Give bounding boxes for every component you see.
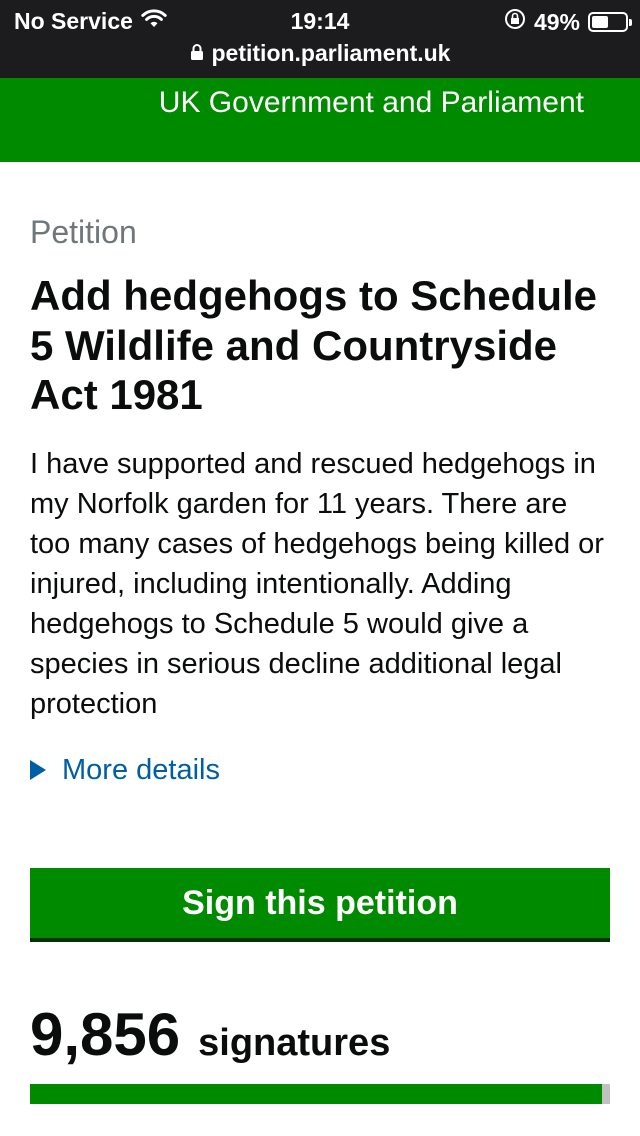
petition-caption: Petition (30, 214, 137, 250)
battery-percent: 49% (533, 8, 580, 35)
signature-label: signatures (198, 1022, 391, 1064)
petition-content: Petition Add hedgehogs to Schedule 5 Wil… (30, 214, 612, 787)
signature-number: 9,856 (30, 1001, 181, 1068)
more-details-toggle[interactable]: More details (30, 754, 612, 787)
signature-progress-fill (30, 1084, 602, 1104)
url-text: petition.parliament.uk (211, 40, 451, 66)
site-header: UK Government and Parliament (0, 78, 640, 162)
battery-icon (588, 12, 632, 32)
lock-icon (190, 40, 204, 67)
orientation-lock-icon (504, 8, 526, 36)
disclosure-triangle-icon (30, 760, 46, 781)
petition-summary: I have supported and rescued hedgehogs i… (30, 447, 604, 720)
status-bar: No Service 19:14 49% petition.parliament… (0, 0, 640, 78)
header-title[interactable]: UK Government and Parliament (159, 86, 584, 120)
signature-progress-bar (30, 1084, 610, 1104)
signature-count: 9,856 signatures (30, 1000, 390, 1069)
more-details-label: More details (62, 753, 220, 786)
petition-title: Add hedgehogs to Schedule 5 Wildlife and… (30, 272, 598, 419)
address-bar[interactable]: petition.parliament.uk (0, 40, 640, 67)
battery-group: 49% (504, 8, 632, 36)
sign-petition-button[interactable]: Sign this petition (30, 868, 610, 942)
